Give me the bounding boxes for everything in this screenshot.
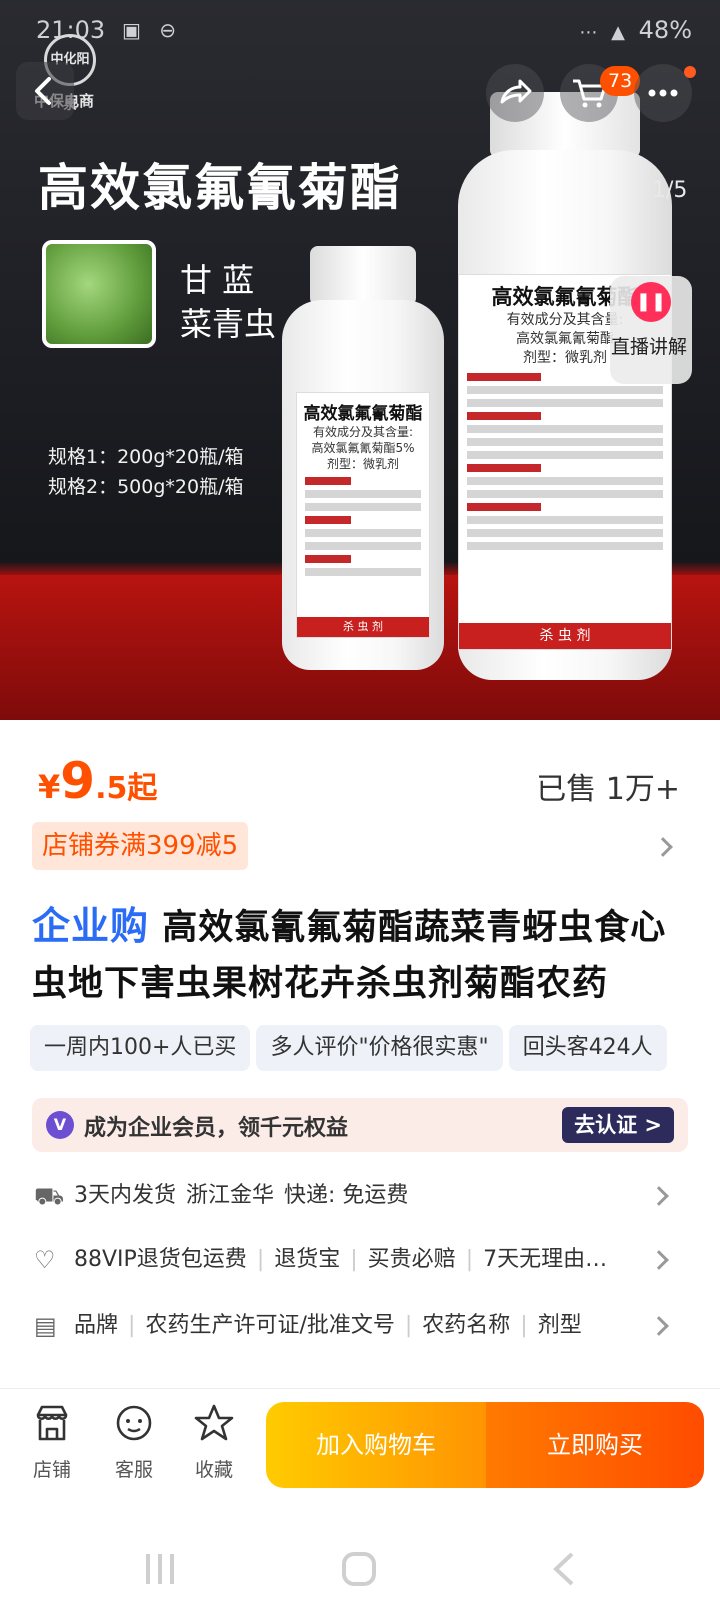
- shipping-row[interactable]: ⛟ 3天内发货 浙江金华 快递: 免运费: [32, 1174, 692, 1218]
- verify-button[interactable]: 去认证 >: [562, 1107, 674, 1143]
- chevron-right-icon: [649, 1250, 669, 1270]
- member-text: 成为企业会员，领千元权益: [84, 1116, 349, 1141]
- product-image-carousel[interactable]: 高效氯氟氰菊酯 甘 蓝 菜青虫 规格1：200g*20瓶/箱 规格2：500g*…: [0, 0, 720, 720]
- small-bottle: 高效氯氟氰菊酯 有效成分及其含量: 高效氯氟氰菊酯5% 剂型：微乳剂 杀 虫 剂: [282, 300, 444, 670]
- chevron-right-icon: [649, 1186, 669, 1206]
- live-explain-button[interactable]: ❚❚ 直播讲解: [610, 276, 692, 384]
- param-name: 农药名称: [422, 1313, 511, 1338]
- recents-icon[interactable]: [146, 1554, 174, 1584]
- heart-shield-icon: ♡: [34, 1246, 56, 1274]
- star-icon: [194, 1404, 234, 1441]
- add-to-cart-button[interactable]: 加入购物车: [266, 1402, 486, 1488]
- image-pager: 1/5: [652, 178, 688, 203]
- tag-review-highlight[interactable]: 多人评价"价格很实惠": [256, 1025, 503, 1071]
- cabbage-photo: [42, 240, 156, 348]
- bottom-action-bar: 店铺 客服 收藏 加入购物车 立即购买: [0, 1388, 720, 1498]
- price: ¥9.5起: [38, 752, 158, 810]
- small-bottle-cap: [310, 246, 416, 306]
- back-button[interactable]: [16, 62, 74, 120]
- image-headline: 高效氯氟氰菊酯: [38, 159, 402, 217]
- buy-now-button[interactable]: 立即购买: [486, 1402, 704, 1488]
- store-button[interactable]: 店铺: [22, 1401, 82, 1482]
- share-button[interactable]: [486, 64, 544, 122]
- vip-v-icon: V: [46, 1111, 74, 1139]
- back-nav-icon[interactable]: [553, 1552, 574, 1586]
- status-notification-icons: ▣ ⊖: [122, 18, 183, 42]
- home-icon[interactable]: [342, 1552, 376, 1586]
- customer-service-button[interactable]: 客服: [104, 1401, 164, 1482]
- ship-origin: 浙江金华: [186, 1183, 275, 1208]
- more-red-dot: [684, 66, 696, 78]
- favorite-button[interactable]: 收藏: [184, 1401, 244, 1482]
- large-bottle: 高效氯氟氰菊酯 有效成分及其含量: 高效氯氟氰菊酯 剂型：微乳剂 杀 虫 剂: [458, 150, 672, 680]
- chat-face-icon: [116, 1405, 152, 1441]
- system-navigation-bar: [0, 1540, 720, 1600]
- service-88vip: 88VIP退货包运费: [74, 1247, 247, 1272]
- tag-weekly-buyers[interactable]: 一周内100+人已买: [30, 1025, 251, 1071]
- clipboard-icon: ▤: [34, 1312, 57, 1340]
- param-license: 农药生产许可证/批准文号: [145, 1313, 395, 1338]
- service-row[interactable]: ♡ 88VIP退货包运费 | 退货宝 | 买贵必赔 | 7天无理由…: [32, 1238, 692, 1282]
- chevron-left-icon: [35, 77, 51, 105]
- target-crop: 甘 蓝 菜青虫: [180, 261, 277, 343]
- truck-icon: ⛟: [34, 1182, 65, 1210]
- service-return: 退货宝: [274, 1247, 341, 1272]
- share-icon: [500, 79, 532, 104]
- ship-fee: 快递: 免运费: [284, 1183, 409, 1208]
- ship-time: 3天内发货: [74, 1183, 176, 1208]
- status-battery: ⋯ ▲ 48%: [579, 16, 692, 44]
- tag-repeat-customers[interactable]: 回头客424人: [508, 1025, 667, 1071]
- params-row[interactable]: ▤ 品牌 | 农药生产许可证/批准文号 | 农药名称 | 剂型: [32, 1304, 692, 1348]
- chevron-right-icon: [649, 1316, 669, 1336]
- small-bottle-label: 高效氯氟氰菊酯 有效成分及其含量: 高效氯氟氰菊酯5% 剂型：微乳剂 杀 虫 剂: [296, 392, 430, 638]
- enterprise-member-banner[interactable]: V 成为企业会员，领千元权益 去认证 >: [32, 1098, 688, 1152]
- live-pause-icon: ❚❚: [631, 282, 671, 322]
- store-coupon[interactable]: 店铺券满399减5: [32, 822, 249, 870]
- signal-icon: ⋯ ▲: [579, 22, 639, 43]
- service-7day: 7天无理由…: [483, 1247, 608, 1272]
- store-icon: [36, 1405, 68, 1441]
- service-price-protect: 买贵必赔: [367, 1247, 456, 1272]
- param-formulation: 剂型: [537, 1313, 582, 1338]
- enterprise-buy-tag: 企业购: [32, 904, 150, 948]
- product-title: 企业购 高效氯氰氟菊酯蔬菜青蚜虫食心虫地下害虫果树花卉杀虫剂菊酯农药: [32, 904, 667, 1004]
- chevron-right-icon[interactable]: [653, 837, 673, 857]
- param-brand: 品牌: [74, 1313, 119, 1338]
- sold-count: 已售 1万+: [536, 772, 680, 807]
- package-specs: 规格1：200g*20瓶/箱 规格2：500g*20瓶/箱: [48, 446, 244, 498]
- social-proof-tags: 一周内100+人已买 多人评价"价格很实惠" 回头客424人: [30, 1025, 673, 1071]
